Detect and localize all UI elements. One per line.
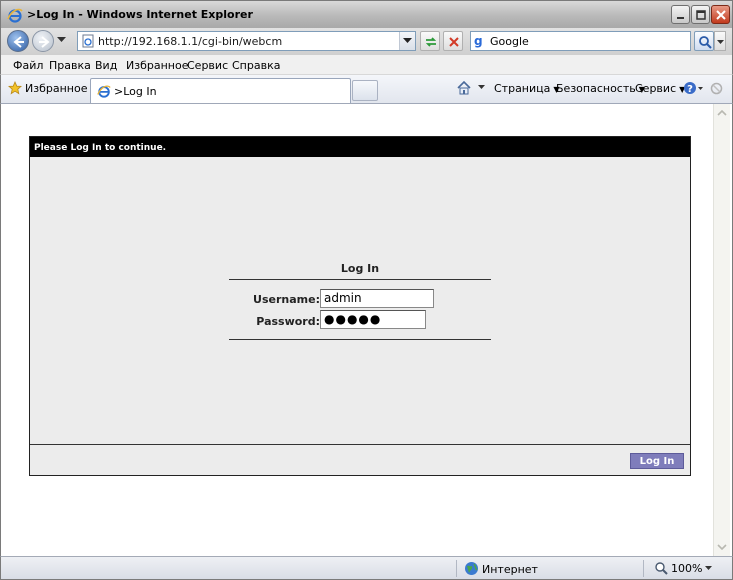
chevron-down-icon — [717, 40, 724, 44]
address-toolbar: http://192.168.1.1/cgi-bin/webcm g Googl… — [0, 28, 733, 55]
zoom-icon — [655, 562, 668, 575]
minimize-button[interactable] — [671, 5, 690, 24]
tab-toolbar: Избранное >Log In Страница ▼ Безопасность… — [0, 75, 733, 104]
research-icon[interactable] — [709, 81, 724, 96]
help-icon[interactable]: ? — [683, 81, 703, 96]
window-title: >Log In - Windows Internet Explorer — [27, 8, 253, 21]
page-viewport: Please Log In to continue. Log In Userna… — [0, 104, 733, 556]
username-field[interactable]: admin — [320, 289, 434, 308]
status-separator — [643, 560, 644, 577]
maximize-icon — [696, 10, 706, 20]
star-icon — [7, 80, 23, 95]
menu-tools[interactable]: Сервис — [187, 59, 228, 72]
panel-header: Please Log In to continue. — [30, 137, 690, 157]
username-label: Username: — [253, 293, 320, 306]
status-separator — [456, 560, 457, 577]
chevron-down-icon — [403, 38, 412, 43]
page-menu[interactable]: Страница ▼ — [494, 82, 560, 95]
zoom-dropdown-icon[interactable] — [705, 566, 712, 570]
address-bar[interactable]: http://192.168.1.1/cgi-bin/webcm — [77, 31, 416, 51]
svg-text:?: ? — [687, 84, 693, 95]
menu-favorites[interactable]: Избранное — [126, 59, 188, 72]
search-icon — [699, 36, 712, 49]
back-button[interactable] — [7, 30, 29, 52]
search-button[interactable] — [694, 31, 714, 51]
home-dropdown-icon[interactable] — [478, 85, 485, 89]
menu-edit[interactable]: Правка — [49, 59, 91, 72]
close-icon — [716, 10, 726, 20]
search-placeholder: Google — [490, 35, 529, 48]
vertical-scrollbar[interactable] — [713, 104, 730, 556]
title-bar: >Log In - Windows Internet Explorer — [0, 0, 733, 28]
stop-icon — [449, 37, 459, 47]
password-label: Password: — [256, 315, 320, 328]
tools-menu-label: Сервис — [635, 82, 677, 95]
divider-top — [229, 279, 491, 280]
login-panel: Please Log In to continue. Log In Userna… — [29, 136, 691, 476]
ie-icon — [97, 85, 111, 98]
forward-button[interactable] — [32, 30, 54, 52]
safety-menu-label: Безопасность — [556, 82, 636, 95]
refresh-icon — [425, 37, 437, 47]
divider-bottom — [229, 339, 491, 340]
zoom-control[interactable]: 100% — [654, 561, 702, 575]
back-icon — [13, 36, 24, 48]
zone-label: Интернет — [482, 563, 538, 576]
menu-file[interactable]: Файл — [13, 59, 43, 72]
scroll-down-icon[interactable] — [715, 540, 729, 554]
address-dropdown[interactable] — [399, 32, 415, 50]
tab-login[interactable]: >Log In — [90, 78, 351, 103]
search-input[interactable]: g Google — [470, 31, 691, 51]
menu-help[interactable]: Справка — [232, 59, 280, 72]
password-field[interactable]: ●●●●● — [320, 310, 426, 329]
tab-label: >Log In — [114, 85, 157, 98]
zoom-label: 100% — [671, 562, 703, 575]
scroll-up-icon[interactable] — [715, 106, 729, 120]
panel-footer: Log In — [30, 444, 690, 475]
menu-bar: Файл Правка Вид Избранное Сервис Справка — [0, 55, 733, 75]
home-icon[interactable] — [456, 80, 472, 96]
status-bar: Интернет 100% — [0, 556, 733, 580]
menu-view[interactable]: Вид — [95, 59, 117, 72]
page-icon — [82, 34, 94, 48]
security-zone[interactable]: Интернет — [464, 561, 538, 576]
history-dropdown-icon[interactable] — [57, 37, 66, 43]
form-title: Log In — [340, 262, 380, 275]
search-options-dropdown[interactable] — [714, 31, 726, 51]
favorites-button[interactable]: Избранное — [7, 80, 88, 95]
google-icon: g — [474, 34, 483, 48]
safety-menu[interactable]: Безопасность ▼ — [556, 82, 645, 95]
login-button[interactable]: Log In — [630, 453, 684, 469]
minimize-icon — [677, 17, 684, 19]
new-tab-button[interactable] — [352, 80, 378, 101]
ie-icon — [7, 8, 23, 23]
maximize-button[interactable] — [691, 5, 710, 24]
favorites-label: Избранное — [25, 82, 88, 95]
stop-button[interactable] — [443, 31, 463, 51]
page-menu-label: Страница — [494, 82, 551, 95]
close-button[interactable] — [711, 5, 730, 24]
globe-icon — [465, 562, 478, 575]
refresh-button[interactable] — [420, 31, 440, 51]
tools-menu[interactable]: Сервис ▼ — [635, 82, 685, 95]
forward-icon — [39, 36, 50, 48]
url-text[interactable]: http://192.168.1.1/cgi-bin/webcm — [98, 35, 282, 48]
